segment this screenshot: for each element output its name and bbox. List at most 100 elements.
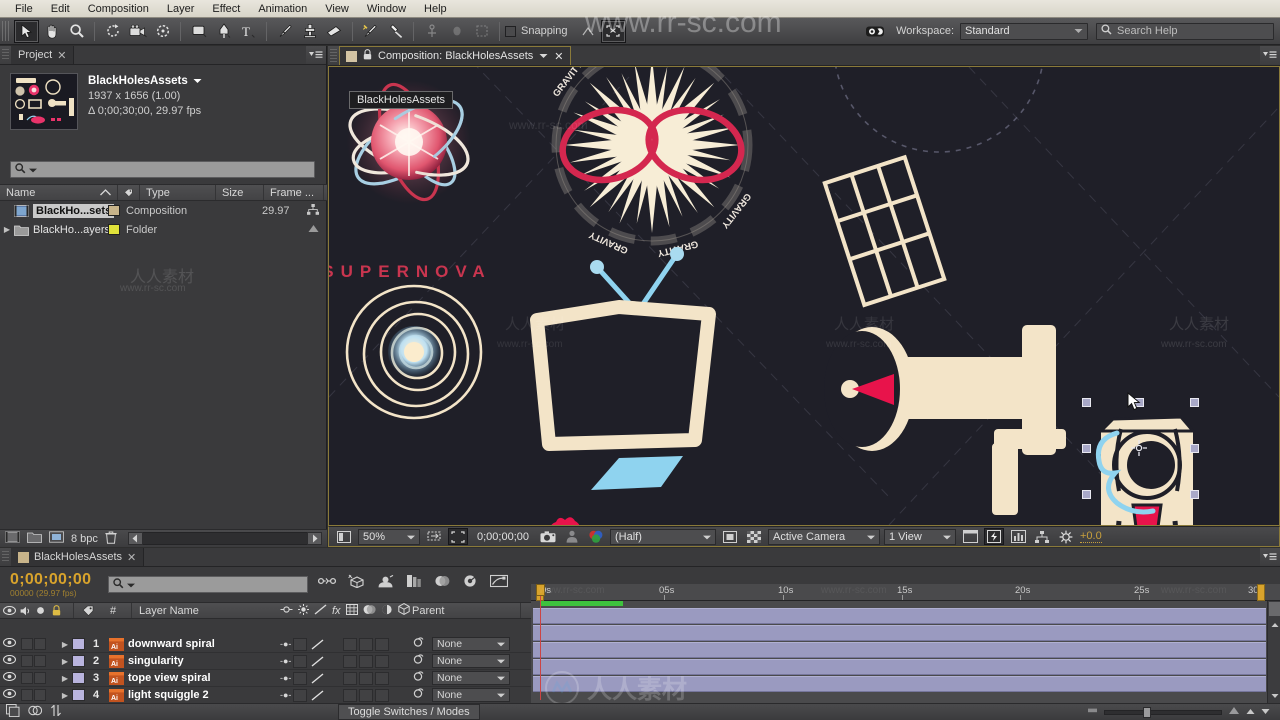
timeline-graph-area[interactable]: 0s 05s 10s 15s 20s 25s 30s [531, 584, 1280, 703]
layer-label-color[interactable] [72, 655, 85, 667]
menu-item-file[interactable]: File [6, 0, 42, 18]
layer-visibility-toggle[interactable] [0, 688, 18, 701]
toggle-mask-paths-icon[interactable] [720, 528, 740, 545]
search-help-field[interactable]: Search Help [1096, 22, 1274, 40]
motion-blur-icon[interactable] [462, 574, 478, 591]
new-comp-icon[interactable] [5, 531, 20, 546]
lock-icon[interactable] [363, 49, 372, 63]
current-time-indicator[interactable] [536, 584, 545, 702]
layer-parent-select[interactable]: None [432, 671, 510, 685]
rotation-tool-button[interactable] [100, 20, 125, 43]
column-label-swatch[interactable] [118, 185, 140, 200]
layer-label-color[interactable] [72, 672, 85, 684]
scroll-up-arrow[interactable] [1269, 619, 1280, 630]
close-icon[interactable]: ✕ [127, 551, 136, 564]
timeline-tab-grip[interactable] [2, 551, 9, 563]
menu-item-animation[interactable]: Animation [249, 0, 316, 18]
workspace-select[interactable]: Standard [960, 22, 1088, 40]
layer-name[interactable]: singularity [128, 655, 184, 667]
snapping-alignment-icon[interactable] [576, 20, 601, 43]
expand-panel-icon[interactable] [1261, 706, 1270, 718]
menu-item-layer[interactable]: Layer [158, 0, 204, 18]
mask-feather-icon[interactable] [444, 20, 469, 43]
layer-label-color[interactable] [72, 638, 85, 650]
scroll-thumb[interactable] [1269, 602, 1280, 616]
scroll-down-arrow[interactable] [1269, 690, 1280, 701]
layer-parent-select[interactable]: None [432, 654, 510, 668]
collapse-transformations-icon[interactable] [406, 574, 422, 591]
layer-visibility-toggle[interactable] [0, 671, 18, 684]
scroll-right-arrow[interactable] [307, 532, 322, 545]
camera-select[interactable]: Active Camera [768, 528, 880, 545]
snapping-bracket-icon[interactable] [600, 19, 626, 43]
channel-rgb-icon[interactable] [586, 528, 606, 545]
project-settings-icon[interactable] [49, 531, 64, 546]
comp-button-icon[interactable] [6, 704, 20, 720]
zoom-out-icon[interactable] [1087, 706, 1098, 718]
project-row-label-color[interactable] [108, 224, 120, 235]
composition-tab-grip[interactable] [330, 49, 337, 62]
project-tab-grip[interactable] [2, 49, 9, 61]
pixel-aspect-correction-icon[interactable] [960, 528, 980, 545]
layer-duration-bar[interactable] [533, 659, 1266, 675]
type-tool-button[interactable]: T [236, 20, 261, 43]
graph-editor-toggle-icon[interactable] [50, 704, 62, 720]
new-folder-icon[interactable] [27, 531, 42, 546]
menu-item-composition[interactable]: Composition [79, 0, 158, 18]
scroll-up-arrow-icon[interactable] [308, 224, 319, 236]
chevron-down-icon[interactable] [193, 75, 202, 87]
layer-switches[interactable]: -●- [280, 671, 390, 685]
toggle-switches-modes-button[interactable]: Toggle Switches / Modes [338, 704, 480, 720]
layer-duration-bar[interactable] [533, 625, 1266, 641]
menu-item-view[interactable]: View [316, 0, 358, 18]
collapse-panel-icon[interactable] [1246, 706, 1255, 718]
viewer-timecode[interactable]: 0;00;00;00 [472, 531, 534, 543]
layer-audio-solo-lock[interactable] [18, 638, 58, 650]
pen-tool-button[interactable] [211, 20, 236, 43]
disclosure-triangle-icon[interactable]: ▶ [58, 640, 72, 649]
timeline-search-input[interactable] [108, 576, 308, 593]
delete-icon[interactable] [105, 531, 117, 547]
hide-shy-layers-icon[interactable] [377, 574, 394, 591]
roto-brush-tool-button[interactable] [358, 20, 383, 43]
live-update-icon[interactable] [317, 575, 337, 590]
layer-switches[interactable]: -●- [280, 654, 390, 668]
always-preview-icon[interactable] [334, 528, 354, 545]
pan-behind-tool-button[interactable] [150, 20, 175, 43]
transparency-grid-icon[interactable] [744, 528, 764, 545]
layer-name[interactable]: tope view spiral [128, 672, 211, 684]
magnification-select[interactable]: 50% [358, 528, 420, 545]
breadcrumb[interactable]: BlackHolesAssets [349, 91, 454, 109]
eraser-tool-button[interactable] [322, 20, 347, 43]
scroll-left-arrow[interactable] [127, 532, 143, 545]
layer-duration-bar[interactable] [533, 642, 1266, 658]
project-row-label-color[interactable] [108, 205, 120, 216]
layer-switches-toggle-icon[interactable] [28, 704, 43, 720]
layer-switches[interactable]: -●- [280, 688, 390, 702]
column-name[interactable]: Name [0, 185, 118, 200]
tab-timeline-comp[interactable]: BlackHolesAssets ✕ [11, 548, 145, 566]
layer-duration-bar[interactable] [533, 676, 1266, 692]
show-snapshot-icon[interactable] [562, 528, 582, 545]
close-icon[interactable]: ✕ [554, 50, 563, 63]
current-time-display[interactable]: 0;00;00;00 00000 (29.97 fps) [0, 571, 91, 598]
layer-name[interactable]: light squiggle 2 [128, 689, 209, 701]
layer-label-color[interactable] [72, 689, 85, 701]
fast-previews-icon[interactable] [984, 528, 1004, 545]
menu-item-effect[interactable]: Effect [203, 0, 249, 18]
project-row-folder[interactable]: ▶ BlackHo...ayers Folder [0, 220, 327, 239]
snapshot-camera-icon[interactable] [538, 528, 558, 545]
draft-3d-icon[interactable] [348, 574, 365, 591]
exposure-reset-icon[interactable] [1056, 528, 1076, 545]
tab-project[interactable]: Project ✕ [11, 46, 75, 64]
zoom-tool-button[interactable] [64, 20, 89, 43]
parent-pickwhip-icon[interactable] [412, 671, 424, 685]
project-row-composition[interactable]: BlackHo...sets Composition 29.97 [0, 201, 327, 220]
parent-pickwhip-icon[interactable] [412, 654, 424, 668]
work-area-end-handle[interactable] [1257, 584, 1265, 601]
timeline-zoom-slider[interactable] [1087, 705, 1270, 719]
brush-tool-button[interactable] [272, 20, 297, 43]
menu-item-help[interactable]: Help [415, 0, 456, 18]
comp-flowchart-icon[interactable] [1032, 528, 1052, 545]
scrollbar-track[interactable] [142, 532, 307, 545]
